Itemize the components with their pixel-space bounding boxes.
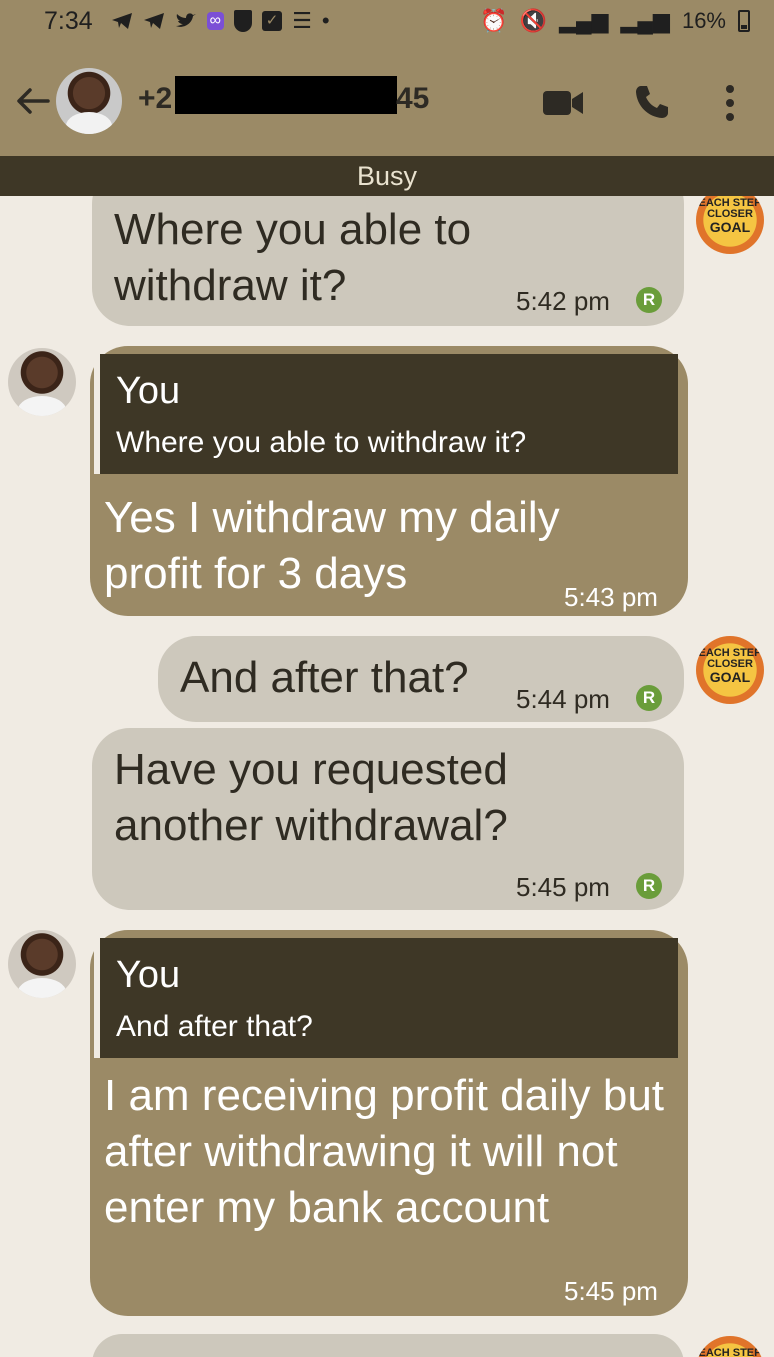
dot-icon: • bbox=[321, 8, 330, 33]
redaction-bar bbox=[175, 76, 397, 114]
read-receipt-icon: R bbox=[636, 685, 662, 711]
checkbox-icon: ✓ bbox=[262, 11, 283, 31]
quote-text: Where you able to withdraw it? bbox=[116, 426, 527, 459]
quoted-reply[interactable]: You And after that? bbox=[94, 938, 678, 1058]
signal-icon: ▂▄▆ bbox=[559, 8, 609, 33]
twitter-icon bbox=[175, 13, 196, 27]
battery-icon bbox=[738, 10, 750, 32]
message-incoming[interactable]: You And after that? I am receiving profi… bbox=[90, 930, 688, 1316]
status-banner: Busy bbox=[0, 156, 774, 196]
message-text: And after that? bbox=[180, 653, 469, 702]
message-outgoing[interactable]: Where you able to withdraw it? 5:42 pm R bbox=[92, 196, 684, 326]
alarm-icon: ⏰ bbox=[480, 8, 508, 33]
quote-author: You bbox=[116, 370, 181, 412]
message-time: 5:44 pm bbox=[516, 684, 610, 714]
sender-avatar[interactable]: EACH STEP CLOSER GOAL bbox=[696, 196, 764, 254]
message-outgoing[interactable] bbox=[92, 1334, 684, 1357]
read-receipt-icon: R bbox=[636, 287, 662, 313]
infinity-app-icon: ∞ bbox=[206, 12, 225, 30]
sender-avatar[interactable]: EACH STEP bbox=[696, 1336, 764, 1357]
message-time: 5:45 pm bbox=[564, 1276, 658, 1306]
message-time: 5:45 pm bbox=[516, 872, 610, 902]
chat-header: +2 45 bbox=[0, 42, 774, 156]
sender-avatar[interactable]: EACH STEP CLOSER GOAL bbox=[696, 636, 764, 704]
system-icons: ⏰ 🔇 ▂▄▆ ▂▄▆ 16% bbox=[480, 8, 750, 34]
signal-icon: ▂▄▆ bbox=[620, 8, 670, 33]
message-text: Where you able to withdraw it? bbox=[114, 205, 472, 310]
message-text: Have you requested another withdrawal? bbox=[114, 745, 508, 850]
back-arrow-icon[interactable] bbox=[16, 86, 50, 116]
contact-avatar[interactable] bbox=[8, 930, 76, 998]
telegram-icon bbox=[143, 13, 164, 29]
quote-text: And after that? bbox=[116, 1010, 313, 1043]
message-incoming[interactable]: You Where you able to withdraw it? Yes I… bbox=[90, 346, 688, 616]
message-time: 5:42 pm bbox=[516, 286, 610, 316]
contact-avatar[interactable] bbox=[56, 68, 122, 134]
video-call-icon[interactable] bbox=[542, 90, 584, 116]
contact-avatar[interactable] bbox=[8, 348, 76, 416]
message-text: Yes I withdraw my daily profit for 3 day… bbox=[104, 493, 560, 598]
contact-phone-prefix[interactable]: +2 bbox=[138, 82, 172, 116]
notification-icons: ∞ ✓ ☰ • bbox=[111, 8, 330, 34]
telegram-icon bbox=[111, 13, 132, 29]
message-outgoing[interactable]: Have you requested another withdrawal? 5… bbox=[92, 728, 684, 910]
quote-author: You bbox=[116, 954, 181, 996]
contact-phone-suffix[interactable]: 45 bbox=[396, 82, 429, 116]
phone-call-icon[interactable] bbox=[634, 84, 670, 120]
more-options-icon[interactable] bbox=[722, 84, 738, 122]
read-receipt-icon: R bbox=[636, 873, 662, 899]
shield-icon bbox=[234, 10, 253, 32]
quoted-reply[interactable]: You Where you able to withdraw it? bbox=[94, 354, 678, 474]
chat-area[interactable]: Where you able to withdraw it? 5:42 pm R… bbox=[0, 196, 774, 1357]
message-outgoing[interactable]: And after that? 5:44 pm R bbox=[158, 636, 684, 722]
list-icon: ☰ bbox=[292, 8, 312, 33]
mute-icon: 🔇 bbox=[519, 8, 548, 33]
message-time: 5:43 pm bbox=[564, 582, 658, 612]
status-bar: 7:34 ∞ ✓ ☰ • ⏰ 🔇 ▂▄▆ ▂▄▆ 16% bbox=[0, 0, 774, 42]
battery-percent: 16% bbox=[681, 8, 726, 33]
status-time: 7:34 bbox=[44, 6, 93, 35]
message-text: I am receiving profit daily but after wi… bbox=[104, 1071, 665, 1232]
